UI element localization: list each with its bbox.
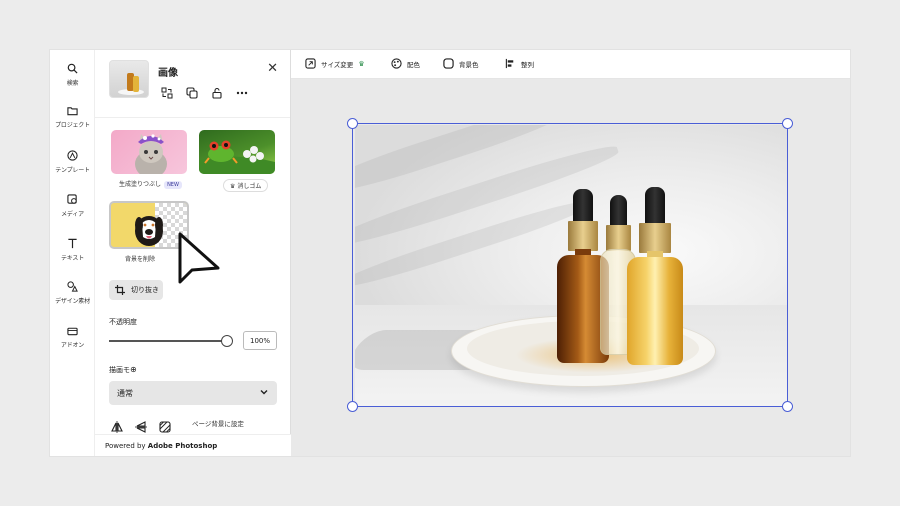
opacity-value-input[interactable]: 100% <box>243 331 277 350</box>
color-theme-button[interactable]: 配色 <box>391 58 420 69</box>
template-icon <box>67 150 78 161</box>
folder-icon <box>67 107 78 116</box>
unlock-icon[interactable] <box>211 84 223 103</box>
panel-divider <box>95 117 290 118</box>
opacity-label: 不透明度 <box>109 318 137 326</box>
blend-mode-select[interactable]: 通常 <box>109 381 277 405</box>
addon-icon <box>67 327 78 336</box>
crop-icon <box>115 285 125 295</box>
rail-templates[interactable]: テンプレート <box>50 150 95 174</box>
bg-color-swatch-icon <box>443 58 454 69</box>
rail-label: メディア <box>61 211 84 218</box>
opacity-slider-track[interactable] <box>109 340 227 342</box>
page-background-label[interactable]: ページ背景に設定 <box>192 418 244 428</box>
remove-background-tile[interactable] <box>109 201 189 249</box>
top-toolbar: サイズ変更 ♛ 配色 背景色 整列 <box>291 50 850 79</box>
crop-label: 切り抜き <box>131 286 159 294</box>
resize-handle-top-right[interactable] <box>782 118 793 129</box>
bottom-tools: ページ背景に設定 <box>111 418 289 433</box>
align-icon <box>505 58 514 69</box>
align-button[interactable]: 整列 <box>505 58 534 69</box>
info-icon: ⊕ <box>130 365 137 374</box>
crop-button[interactable]: 切り抜き <box>109 280 163 300</box>
palette-icon <box>391 58 402 69</box>
rail-label: デザイン素材 <box>55 298 90 305</box>
rail-label: プロジェクト <box>55 122 90 129</box>
selected-image-thumbnail <box>109 60 149 98</box>
rail-label: 検索 <box>66 80 79 87</box>
resize-handle-bottom-left[interactable] <box>347 401 358 412</box>
rail-label: テキスト <box>60 255 85 262</box>
close-button[interactable]: ✕ <box>267 62 278 75</box>
blend-mode-label: 描画モ⊕ <box>109 365 137 374</box>
text-icon <box>68 238 77 249</box>
duplicate-icon[interactable] <box>186 84 198 103</box>
rail-search[interactable]: 検索 <box>50 63 95 87</box>
background-color-button[interactable]: 背景色 <box>443 58 479 69</box>
rail-label: テンプレート <box>55 167 90 174</box>
object-eraser-tile[interactable] <box>199 130 275 174</box>
rail-media[interactable]: メディア <box>50 194 95 218</box>
rail-text[interactable]: テキスト <box>50 238 95 262</box>
rail-design-assets[interactable]: デザイン素材 <box>50 281 95 305</box>
resize-handle-top-left[interactable] <box>347 118 358 129</box>
opacity-slider-thumb[interactable] <box>221 335 233 347</box>
rail-label: アドオン <box>60 342 85 349</box>
remove-background-caption: 背景を削除 <box>125 256 156 263</box>
rail-addons[interactable]: アドオン <box>50 326 95 349</box>
chevron-down-icon <box>259 387 269 399</box>
more-options-icon[interactable] <box>236 84 248 103</box>
rail-projects[interactable]: プロジェクト <box>50 106 95 129</box>
resize-handle-bottom-right[interactable] <box>782 401 793 412</box>
generative-fill-tile[interactable] <box>111 130 187 174</box>
resize-icon <box>305 58 316 69</box>
blend-mode-value: 通常 <box>117 388 133 398</box>
object-eraser-caption: ♛ 消しゴム <box>223 179 269 192</box>
resize-button[interactable]: サイズ変更 ♛ <box>305 58 365 69</box>
app-window: 検索 プロジェクト テンプレート メディア テキスト デザイン素材 アドオン 画… <box>50 50 850 456</box>
replace-icon[interactable] <box>161 84 173 103</box>
search-icon <box>67 63 78 74</box>
generative-fill-caption: 生成塗りつぶし NEW <box>119 179 182 189</box>
shapes-icon <box>67 281 78 292</box>
powered-by-footer: Powered by Adobe Photoshop <box>95 434 291 456</box>
selection-frame <box>352 123 788 407</box>
new-badge: NEW <box>164 181 182 189</box>
eraser-icon: ♛ <box>230 183 236 190</box>
left-rail: 検索 プロジェクト テンプレート メディア テキスト デザイン素材 アドオン <box>50 50 95 456</box>
panel-title: 画像 <box>158 68 178 79</box>
media-icon <box>67 194 77 204</box>
mouse-cursor-icon <box>178 232 220 290</box>
premium-crown-icon: ♛ <box>358 59 365 68</box>
